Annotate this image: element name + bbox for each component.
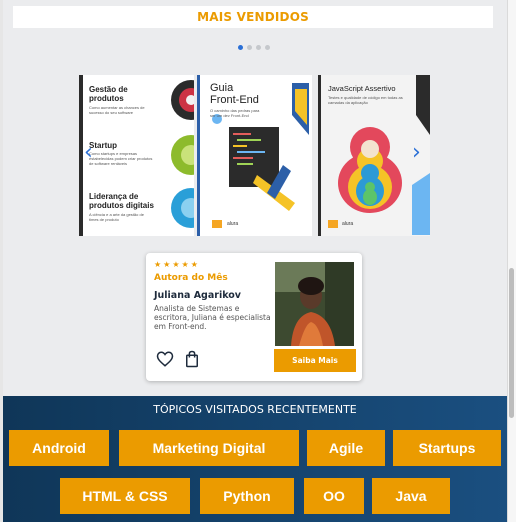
- book-title: JavaScript Assertivo: [328, 84, 396, 93]
- section-title-bar: MAIS VENDIDOS: [13, 6, 493, 28]
- recent-topics-section: TÓPICOS VISITADOS RECENTEMENTE Android M…: [3, 396, 507, 522]
- author-kicker: Autora do Mês: [154, 273, 228, 283]
- topics-title: TÓPICOS VISITADOS RECENTEMENTE: [153, 403, 357, 416]
- scrollbar-thumb[interactable]: [509, 268, 514, 418]
- book-title-line: Guia: [210, 82, 234, 94]
- carousel-dots: [238, 45, 270, 50]
- topic-tag[interactable]: Android: [9, 430, 109, 466]
- topic-tag[interactable]: OO: [304, 478, 364, 514]
- topic-tag[interactable]: HTML & CSS: [60, 478, 190, 514]
- topic-tag[interactable]: Java: [372, 478, 450, 514]
- book-section-title: Liderança de produtos digitais: [89, 192, 154, 210]
- publisher-label: alura: [342, 221, 354, 227]
- book-section-title: Gestão de produtos: [89, 85, 128, 103]
- carousel-dot[interactable]: [265, 45, 270, 50]
- carousel-prev-icon[interactable]: ‹: [84, 142, 93, 164]
- heart-icon[interactable]: [156, 350, 174, 368]
- author-of-month-card: ★★★★★ Autora do Mês Juliana Agarikov Ana…: [146, 253, 362, 381]
- section-title: MAIS VENDIDOS: [197, 10, 309, 24]
- publisher-label: alura: [227, 221, 239, 227]
- book-subtitle: O caminho das pedras para ser um dev Fro…: [210, 108, 260, 118]
- rating-stars: ★★★★★: [154, 260, 200, 269]
- learn-more-button[interactable]: Saiba Mais: [274, 349, 356, 372]
- carousel-dot[interactable]: [247, 45, 252, 50]
- topic-tag[interactable]: Python: [200, 478, 294, 514]
- scrollbar-track[interactable]: [507, 0, 516, 522]
- book-title-line: Front-End: [210, 94, 259, 106]
- topic-tag[interactable]: Startups: [393, 430, 501, 466]
- shopping-bag-icon[interactable]: [184, 350, 200, 368]
- book-subtitle: Testes e qualidade de código em todas as…: [328, 95, 403, 105]
- author-name: Juliana Agarikov: [154, 290, 241, 301]
- author-photo: [275, 262, 354, 346]
- topic-tag[interactable]: Marketing Digital: [119, 430, 299, 466]
- book-cover-product-bundle[interactable]: Gestão de produtos Como aumentar as chan…: [79, 75, 194, 236]
- book-section-text: Como startups e empresas estabelecidas p…: [89, 151, 153, 166]
- book-section-title: Startup: [89, 141, 117, 150]
- topic-tag[interactable]: Agile: [307, 430, 385, 466]
- carousel-dot[interactable]: [238, 45, 243, 50]
- book-section-text: A ciência e a arte da gestão de times de…: [89, 212, 144, 222]
- author-bio: Analista de Sistemas e escritora, Julian…: [154, 304, 271, 331]
- book-cover-guia-front-end[interactable]: Guia Front-End O caminho das pedras para…: [197, 75, 312, 236]
- carousel-dot[interactable]: [256, 45, 261, 50]
- carousel-next-icon[interactable]: ›: [412, 142, 421, 164]
- book-section-text: Como aumentar as chances de sucesso do s…: [89, 105, 145, 115]
